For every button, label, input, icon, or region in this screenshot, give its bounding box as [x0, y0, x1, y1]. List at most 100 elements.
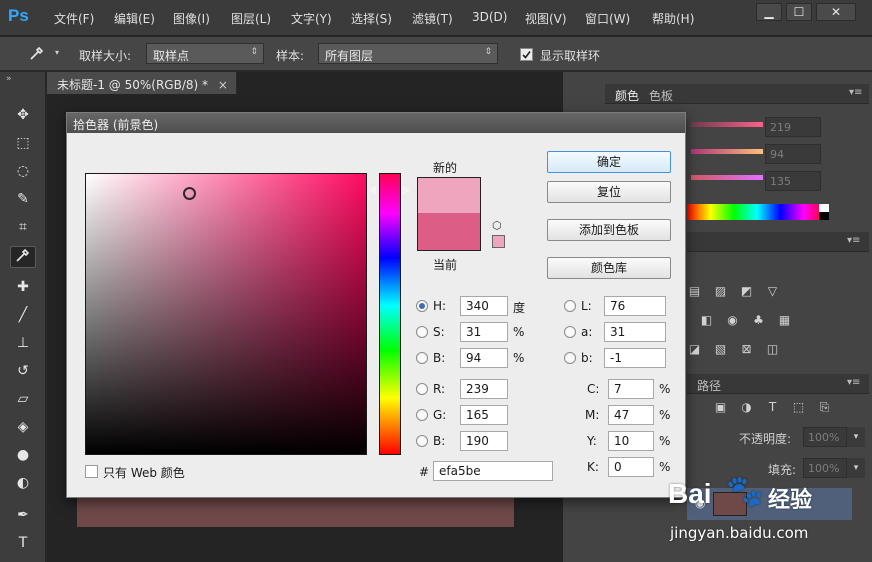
brightness-radio[interactable]: [416, 352, 428, 364]
menu-view[interactable]: 视图(V): [525, 10, 567, 27]
menu-3d[interactable]: 3D(D): [472, 10, 507, 24]
eyedropper-icon[interactable]: [28, 44, 46, 66]
b-channel-radio[interactable]: [564, 352, 576, 364]
healing-brush-tool-icon[interactable]: ✚: [10, 276, 36, 298]
color-field-cursor[interactable]: [183, 187, 196, 200]
saturation-radio[interactable]: [416, 326, 428, 338]
hue-radio[interactable]: [416, 300, 428, 312]
blue-slider[interactable]: [691, 175, 763, 180]
eraser-tool-icon[interactable]: ▱: [10, 388, 36, 410]
saturation-brightness-field[interactable]: [85, 173, 367, 455]
color-libraries-button[interactable]: 颜色库: [547, 257, 671, 279]
yellow-input[interactable]: 10: [608, 431, 654, 451]
marquee-tool-icon[interactable]: ⬚: [10, 132, 36, 154]
exposure-adjustment-icon[interactable]: ◩: [739, 284, 754, 299]
hue-slider[interactable]: [379, 173, 401, 455]
threshold-adjustment-icon[interactable]: ⊠: [739, 342, 754, 357]
current-color-swatch[interactable]: [417, 213, 481, 251]
green-slider[interactable]: [691, 149, 763, 154]
menu-layer[interactable]: 图层(L): [231, 10, 271, 27]
hue-input[interactable]: 340: [460, 296, 508, 316]
hue-slider-left-arrow-icon[interactable]: [369, 185, 376, 195]
eyedropper-tool-icon[interactable]: [10, 246, 36, 268]
crop-tool-icon[interactable]: ⌗: [10, 216, 36, 238]
invert-adjustment-icon[interactable]: ◪: [687, 342, 702, 357]
tab-paths[interactable]: 路径: [697, 377, 721, 394]
black-white-ramp[interactable]: [819, 204, 829, 220]
out-of-gamut-cube-icon[interactable]: ⬡: [492, 219, 502, 232]
red-slider[interactable]: [691, 122, 763, 127]
green-value[interactable]: 94: [765, 144, 821, 164]
show-sampling-ring-checkbox[interactable]: [520, 48, 533, 61]
type-tool-icon[interactable]: T: [10, 532, 36, 554]
sample-size-select[interactable]: 取样点 ⇕: [146, 43, 264, 64]
close-tab-icon[interactable]: ×: [218, 78, 228, 92]
close-button[interactable]: ✕: [816, 3, 856, 21]
history-brush-tool-icon[interactable]: ↺: [10, 360, 36, 382]
color-lookup-icon[interactable]: ▦: [777, 313, 792, 328]
brightness-input[interactable]: 94: [460, 348, 508, 368]
lightness-radio[interactable]: [564, 300, 576, 312]
adjustment-filter-icon[interactable]: ◑: [739, 400, 754, 415]
levels-adjustment-icon[interactable]: ▤: [687, 284, 702, 299]
menu-select[interactable]: 选择(S): [351, 10, 392, 27]
reset-button[interactable]: 复位: [547, 181, 671, 203]
blue-radio[interactable]: [416, 435, 428, 447]
lasso-tool-icon[interactable]: ◌: [10, 160, 36, 182]
tab-color[interactable]: 颜色: [615, 87, 639, 104]
hue-slider-right-arrow-icon[interactable]: [403, 185, 410, 195]
posterize-adjustment-icon[interactable]: ▧: [713, 342, 728, 357]
blue-input[interactable]: 190: [460, 431, 508, 451]
add-to-swatches-button[interactable]: 添加到色板: [547, 219, 671, 241]
menu-filter[interactable]: 滤镜(T): [412, 10, 453, 27]
panel-menu-icon[interactable]: ▾≡: [847, 377, 860, 388]
document-tab[interactable]: 未标题-1 @ 50%(RGB/8) * ×: [47, 72, 237, 94]
magenta-input[interactable]: 47: [608, 405, 654, 425]
opacity-dropdown-icon[interactable]: ▾: [847, 427, 865, 447]
tab-swatches[interactable]: 色板: [649, 87, 673, 104]
pixel-filter-icon[interactable]: ▣: [713, 400, 728, 415]
lightness-input[interactable]: 76: [604, 296, 666, 316]
clone-stamp-tool-icon[interactable]: ⊥: [10, 332, 36, 354]
menu-help[interactable]: 帮助(H): [652, 10, 694, 27]
hex-input[interactable]: efa5be: [433, 461, 553, 481]
web-colors-only-checkbox[interactable]: [85, 465, 98, 478]
menu-window[interactable]: 窗口(W): [585, 10, 630, 27]
color-spectrum-bar[interactable]: [687, 204, 827, 220]
shape-filter-icon[interactable]: ⬚: [791, 400, 806, 415]
tool-preset-dropdown-icon[interactable]: ▾: [55, 48, 59, 57]
ok-button[interactable]: 确定: [547, 151, 671, 173]
cyan-input[interactable]: 7: [608, 379, 654, 399]
b-channel-input[interactable]: -1: [604, 348, 666, 368]
dodge-tool-icon[interactable]: ◐: [10, 472, 36, 494]
opacity-value[interactable]: 100%: [803, 427, 847, 447]
collapse-panel-icon[interactable]: »: [6, 74, 12, 84]
type-filter-icon[interactable]: T: [765, 400, 780, 415]
a-channel-radio[interactable]: [564, 326, 576, 338]
red-input[interactable]: 239: [460, 379, 508, 399]
gradient-triangle-icon[interactable]: ▽: [765, 284, 780, 299]
saturation-input[interactable]: 31: [460, 322, 508, 342]
curves-adjustment-icon[interactable]: ▨: [713, 284, 728, 299]
menu-image[interactable]: 图像(I): [173, 10, 210, 27]
menu-type[interactable]: 文字(Y): [291, 10, 332, 27]
panel-menu-icon[interactable]: ▾≡: [847, 235, 860, 246]
pen-tool-icon[interactable]: ✒: [10, 504, 36, 526]
selective-color-icon[interactable]: ◫: [765, 342, 780, 357]
red-value[interactable]: 219: [765, 117, 821, 137]
paint-bucket-tool-icon[interactable]: ◈: [10, 416, 36, 438]
blur-tool-icon[interactable]: ●: [10, 444, 36, 466]
move-tool-icon[interactable]: ✥: [10, 104, 36, 126]
blue-value[interactable]: 135: [765, 171, 821, 191]
sample-select[interactable]: 所有图层 ⇕: [318, 43, 498, 64]
brush-tool-icon[interactable]: ╱: [10, 304, 36, 326]
black-input[interactable]: 0: [608, 457, 654, 477]
channel-mixer-icon[interactable]: ♣: [751, 313, 766, 328]
green-input[interactable]: 165: [460, 405, 508, 425]
menu-file[interactable]: 文件(F): [54, 10, 94, 27]
a-channel-input[interactable]: 31: [604, 322, 666, 342]
minimize-button[interactable]: ▁: [756, 3, 782, 21]
maximize-button[interactable]: ☐: [786, 3, 812, 21]
panel-menu-icon[interactable]: ▾≡: [849, 87, 862, 98]
canvas[interactable]: [77, 495, 514, 527]
